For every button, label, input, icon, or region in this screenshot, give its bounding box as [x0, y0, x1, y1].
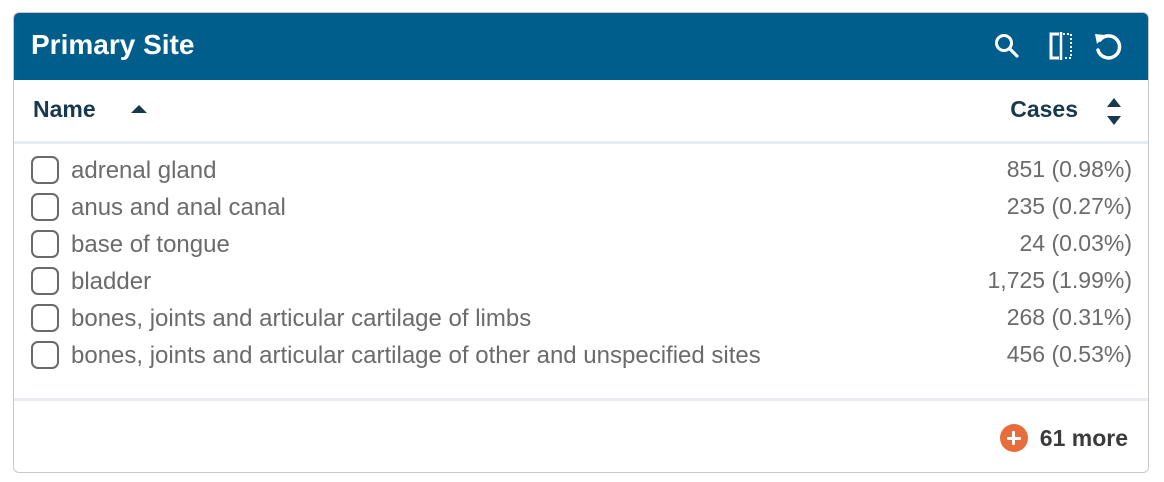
primary-site-facet-card: Primary Site Name Cases adrenal gland 85… [13, 12, 1149, 473]
row-count: 235 (0.27%) [1006, 193, 1132, 219]
sort-unsorted-icon[interactable] [1106, 97, 1122, 127]
name-column-header[interactable]: Name [33, 96, 96, 123]
row-checkbox[interactable] [31, 267, 59, 295]
column-header-row: Name Cases [14, 80, 1148, 144]
row-count: 24 (0.03%) [1019, 230, 1132, 256]
show-more-button[interactable]: 61 more [999, 424, 1128, 452]
cases-column-header[interactable]: Cases [1010, 96, 1078, 123]
row-count: 456 (0.53%) [1006, 341, 1132, 367]
sort-ascending-icon[interactable] [131, 105, 147, 113]
row-count: 1,725 (1.99%) [987, 267, 1132, 293]
row-checkbox[interactable] [31, 341, 59, 369]
row-checkbox[interactable] [31, 230, 59, 258]
list-item[interactable]: bones, joints and articular cartilage of… [14, 339, 1148, 376]
list-item[interactable]: bones, joints and articular cartilage of… [14, 302, 1148, 339]
row-name[interactable]: bones, joints and articular cartilage of… [71, 342, 761, 370]
facet-rows: adrenal gland 851 (0.98%) anus and anal … [14, 154, 1148, 376]
list-item[interactable]: anus and anal canal 235 (0.27%) [14, 191, 1148, 228]
row-name[interactable]: anus and anal canal [71, 194, 286, 222]
list-item[interactable]: bladder 1,725 (1.99%) [14, 265, 1148, 302]
facet-footer: 61 more [14, 398, 1148, 472]
row-checkbox[interactable] [31, 304, 59, 332]
search-icon[interactable] [992, 31, 1022, 61]
list-item[interactable]: adrenal gland 851 (0.98%) [14, 154, 1148, 191]
row-name[interactable]: adrenal gland [71, 157, 216, 185]
row-checkbox[interactable] [31, 193, 59, 221]
row-name[interactable]: bladder [71, 268, 151, 296]
facet-header: Primary Site [14, 13, 1148, 80]
plus-circle-icon [999, 424, 1028, 452]
row-count: 268 (0.31%) [1006, 304, 1132, 330]
row-name[interactable]: base of tongue [71, 231, 230, 259]
compare-columns-icon[interactable] [1046, 31, 1076, 61]
reset-icon[interactable] [1092, 31, 1122, 61]
facet-title: Primary Site [31, 29, 195, 60]
row-checkbox[interactable] [31, 156, 59, 184]
list-item[interactable]: base of tongue 24 (0.03%) [14, 228, 1148, 265]
row-count: 851 (0.98%) [1006, 156, 1132, 182]
show-more-label: 61 more [1039, 424, 1128, 451]
row-name[interactable]: bones, joints and articular cartilage of… [71, 305, 531, 333]
